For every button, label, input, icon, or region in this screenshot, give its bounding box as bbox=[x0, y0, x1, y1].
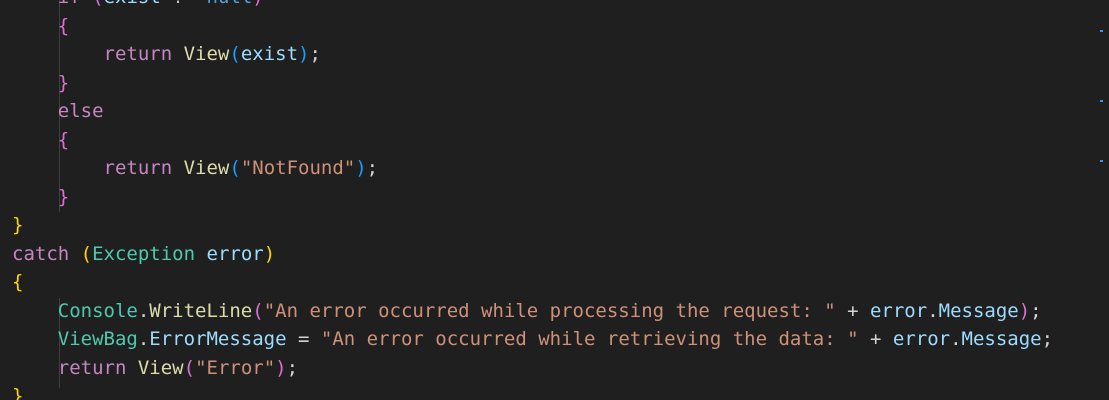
function-name: View bbox=[183, 43, 230, 65]
keyword: return bbox=[103, 157, 173, 179]
bracket: } bbox=[57, 185, 70, 208]
string-literal: "An error occurred while processing the … bbox=[263, 299, 836, 322]
punctuation: . bbox=[950, 328, 962, 350]
function-name: View bbox=[183, 157, 230, 179]
bracket: ( bbox=[92, 0, 103, 8]
code-line: } bbox=[12, 69, 1053, 98]
code-line: return View("Error"); bbox=[12, 354, 1053, 383]
string-literal: "Error" bbox=[195, 356, 276, 379]
bracket: ( bbox=[229, 43, 241, 65]
bracket: } bbox=[12, 214, 24, 236]
bracket: ) bbox=[275, 356, 287, 379]
bracket: { bbox=[12, 271, 24, 293]
bracket: ) bbox=[298, 43, 310, 65]
punctuation: ; bbox=[309, 43, 321, 65]
string-literal: "NotFound" bbox=[240, 157, 356, 179]
bracket: ) bbox=[263, 242, 276, 265]
variable: error bbox=[206, 242, 264, 265]
code-line: { bbox=[12, 268, 1053, 297]
bracket: } bbox=[12, 385, 24, 400]
code-line: ViewBag.ErrorMessage = "An error occurre… bbox=[12, 325, 1053, 354]
code-line: catch (Exception error) bbox=[12, 240, 1053, 269]
bracket: ) bbox=[1018, 299, 1031, 322]
code-line: return View(exist); bbox=[12, 40, 1053, 69]
code-line: return View("NotFound"); bbox=[12, 154, 1053, 183]
code-lines[interactable]: if (exist != null) { return View(exist);… bbox=[12, 0, 1053, 400]
operator: + bbox=[858, 328, 893, 350]
punctuation: ; bbox=[1030, 299, 1042, 322]
keyword: null bbox=[207, 0, 253, 8]
bracket: ( bbox=[252, 299, 264, 322]
keyword: return bbox=[57, 356, 127, 379]
keyword: if bbox=[58, 0, 81, 8]
function-name: View bbox=[137, 356, 184, 379]
property: Message bbox=[961, 328, 1042, 350]
bracket: { bbox=[57, 128, 70, 151]
punctuation: . bbox=[137, 328, 150, 350]
bracket: ) bbox=[355, 157, 367, 179]
property: Message bbox=[938, 299, 1019, 322]
punctuation: . bbox=[137, 299, 150, 322]
code-line: } bbox=[12, 382, 1053, 400]
string-literal: "An error occurred while retrieving the … bbox=[320, 328, 859, 350]
bracket: ( bbox=[80, 242, 93, 265]
variable: exist bbox=[240, 43, 299, 65]
class-name: ViewBag bbox=[57, 328, 138, 350]
code-line: Console.WriteLine("An error occurred whi… bbox=[12, 297, 1053, 326]
operator: + bbox=[835, 299, 870, 322]
punctuation: . bbox=[927, 299, 939, 322]
keyword: catch bbox=[12, 242, 70, 265]
code-line: else bbox=[12, 97, 1053, 126]
function-name: WriteLine bbox=[149, 299, 253, 322]
variable: exist bbox=[104, 0, 161, 8]
punctuation: ; bbox=[366, 157, 379, 179]
keyword: else bbox=[57, 100, 104, 122]
operator: != bbox=[161, 0, 207, 8]
bracket: ( bbox=[229, 157, 241, 179]
type-name: Exception bbox=[92, 242, 196, 265]
bracket: ) bbox=[252, 0, 263, 8]
scrollbar-marker bbox=[1100, 30, 1103, 32]
code-line: { bbox=[12, 126, 1053, 155]
code-editor[interactable]: if (exist != null) { return View(exist);… bbox=[0, 0, 1109, 400]
bracket: ( bbox=[183, 356, 196, 379]
code-line: } bbox=[12, 183, 1053, 212]
code-line: if (exist != null) bbox=[12, 0, 1053, 12]
variable: error bbox=[892, 328, 951, 350]
scrollbar-marker bbox=[1100, 100, 1103, 102]
punctuation: ; bbox=[286, 356, 299, 379]
operator: = bbox=[286, 328, 321, 350]
code-line: { bbox=[12, 12, 1053, 41]
keyword: return bbox=[103, 43, 173, 65]
punctuation: ; bbox=[1041, 328, 1054, 350]
variable: error bbox=[869, 299, 928, 322]
code-line: } bbox=[12, 211, 1053, 240]
property: ErrorMessage bbox=[149, 328, 287, 350]
bracket: } bbox=[57, 71, 70, 94]
bracket: { bbox=[57, 14, 70, 37]
scrollbar-marker bbox=[1100, 160, 1103, 162]
class-name: Console bbox=[57, 299, 138, 322]
